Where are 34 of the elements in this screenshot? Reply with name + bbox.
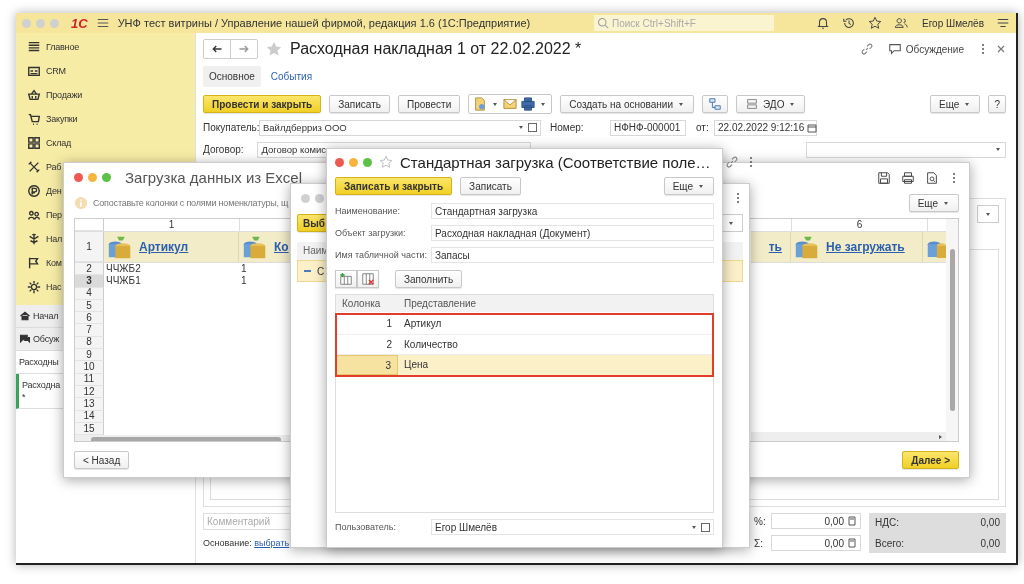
column-number: 6 xyxy=(792,219,928,231)
field-label: Пользователь: xyxy=(335,522,397,532)
summary-label: Всего: xyxy=(875,538,904,549)
table-cell-text: 2 xyxy=(385,337,393,352)
total-label: Σ: xyxy=(754,537,764,549)
table-cell-text: ЧЧЖБ1 xyxy=(105,275,142,288)
summary-label: НДС: xyxy=(875,517,899,528)
document-title: Расходная накладная 1 от 22.02.2022 * xyxy=(290,40,582,58)
field-label: Наименование: xyxy=(335,206,401,216)
field-label: Имя табличной части: xyxy=(335,250,429,260)
total-label: %: xyxy=(754,515,767,527)
column-number: 1 xyxy=(104,219,240,231)
dialog-title: Загрузка данных из Excel xyxy=(125,169,303,187)
table-cell-text: ЧЧЖБ2 xyxy=(105,263,142,276)
field-label: Номер: xyxy=(550,122,585,133)
table-cell-text: 1 xyxy=(240,263,248,276)
table-cell-text: Цена xyxy=(403,359,429,371)
table-cell-text: 1 xyxy=(385,317,393,331)
table-cell-text: Артикул xyxy=(403,318,442,330)
summary-value: 0,00 xyxy=(980,538,1000,549)
field-label: от: xyxy=(696,122,710,133)
logo: 1С xyxy=(71,15,88,31)
table-cell: 3 xyxy=(336,355,398,375)
column-header: Колонка xyxy=(341,298,382,309)
row-number: 1 xyxy=(75,232,104,262)
table-cell-text: Количество xyxy=(403,338,458,350)
field-label: Договор: xyxy=(203,144,245,155)
dialog-title: Стандартная загрузка (Соответствие поле… xyxy=(400,153,711,171)
column-header: Представление xyxy=(403,298,477,309)
table-cell-text: 1 xyxy=(240,275,248,288)
summary-value: 0,00 xyxy=(980,517,1000,528)
window-title: УНФ тест витрины / Управление нашей фирмой, редакция 1.6 (1С:Предприятие) xyxy=(117,17,531,29)
basis-label: Основание: xyxy=(203,538,252,548)
hint-text: Сопоставьте колонки с полями номенклатуры, щ xyxy=(93,198,289,209)
